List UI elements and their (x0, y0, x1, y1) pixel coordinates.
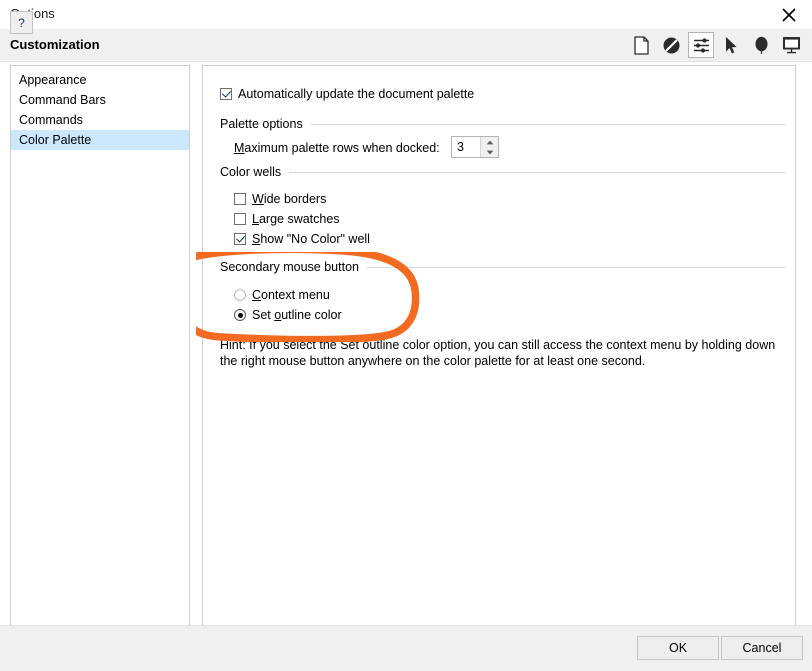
sidebar-item-label: Command Bars (19, 93, 106, 107)
stepper-down-icon[interactable] (481, 147, 498, 157)
set-outline-color-label: Set outline color (252, 308, 342, 322)
group-divider (310, 123, 786, 125)
checkbox-box (220, 88, 232, 100)
sidebar-item-commands[interactable]: Commands (11, 110, 189, 130)
checkbox-box (234, 233, 246, 245)
palette-options-group-label: Palette options (220, 117, 303, 131)
sidebar-item-label: Appearance (19, 73, 87, 87)
radio-circle (234, 289, 246, 301)
document-page-icon[interactable] (628, 32, 654, 58)
auto-update-palette-label: Automatically update the document palett… (238, 87, 475, 101)
group-divider (366, 266, 786, 268)
show-no-color-well-checkbox[interactable]: Show "No Color" well (234, 232, 370, 246)
page-title: Customization (10, 37, 100, 52)
context-menu-label: Context menu (252, 288, 330, 302)
sidebar-item-color-palette[interactable]: Color Palette (11, 130, 189, 150)
accel-char: W (252, 192, 264, 206)
close-icon[interactable] (766, 0, 812, 29)
sidebar-item-appearance[interactable]: Appearance (11, 70, 189, 90)
label-rest: how "No Color" well (260, 232, 370, 246)
label-rest: utline color (281, 308, 342, 322)
help-button[interactable]: ? (10, 11, 33, 34)
label-rest: arge swatches (258, 212, 340, 226)
large-swatches-checkbox[interactable]: Large swatches (234, 212, 340, 226)
balloon-pin-icon[interactable] (748, 32, 774, 58)
label-prefix: Set (252, 308, 275, 322)
color-wells-group-label: Color wells (220, 165, 282, 179)
cursor-arrow-icon[interactable] (718, 32, 744, 58)
cancel-button[interactable]: Cancel (721, 636, 803, 660)
show-no-color-well-label: Show "No Color" well (252, 232, 370, 246)
accel-char: L (252, 212, 259, 226)
ok-button[interactable]: OK (637, 636, 719, 660)
checkbox-box (234, 193, 246, 205)
max-palette-rows-accel: M (234, 141, 245, 155)
set-outline-color-radio[interactable]: Set outline color (234, 308, 342, 322)
sliders-customization-icon[interactable] (688, 32, 714, 58)
max-palette-rows-label: Maximum palette rows when docked: (234, 141, 440, 155)
max-palette-rows-label-rest: aximum palette rows when docked: (244, 141, 440, 155)
stepper-up-icon[interactable] (481, 137, 498, 147)
wide-borders-label: Wide borders (252, 192, 326, 206)
no-color-icon[interactable] (658, 32, 684, 58)
category-list[interactable]: Appearance Command Bars Commands Color P… (10, 65, 190, 627)
header-icon-toolbar (628, 29, 804, 61)
sidebar-item-label: Commands (19, 113, 83, 127)
sidebar-item-command-bars[interactable]: Command Bars (11, 90, 189, 110)
label-rest: ide borders (263, 192, 327, 206)
sidebar-item-label: Color Palette (19, 133, 92, 147)
secondary-mouse-group-header: Secondary mouse button (220, 260, 786, 274)
customization-header: Customization (0, 29, 812, 62)
group-divider (289, 171, 786, 173)
context-menu-radio[interactable]: Context menu (234, 288, 330, 302)
color-wells-group-header: Color wells (220, 165, 786, 179)
checkbox-box (234, 213, 246, 225)
stepper-buttons[interactable] (480, 137, 498, 157)
options-panel: Automatically update the document palett… (202, 65, 796, 627)
radio-circle (234, 309, 246, 321)
large-swatches-label: Large swatches (252, 212, 340, 226)
hint-text: Hint: If you select the Set outline colo… (220, 338, 776, 368)
dialog-body: Appearance Command Bars Commands Color P… (0, 62, 812, 627)
accel-char: C (252, 288, 262, 302)
wide-borders-checkbox[interactable]: Wide borders (234, 192, 326, 206)
secondary-mouse-group-label: Secondary mouse button (220, 260, 359, 274)
label-rest: ontext menu (261, 288, 330, 302)
max-palette-rows-value[interactable]: 3 (452, 137, 480, 157)
max-palette-rows-stepper[interactable]: 3 (451, 136, 499, 158)
display-monitor-icon[interactable] (778, 32, 804, 58)
palette-options-group-header: Palette options (220, 117, 786, 131)
title-bar: Options (0, 0, 812, 29)
auto-update-palette-checkbox[interactable]: Automatically update the document palett… (220, 87, 474, 101)
